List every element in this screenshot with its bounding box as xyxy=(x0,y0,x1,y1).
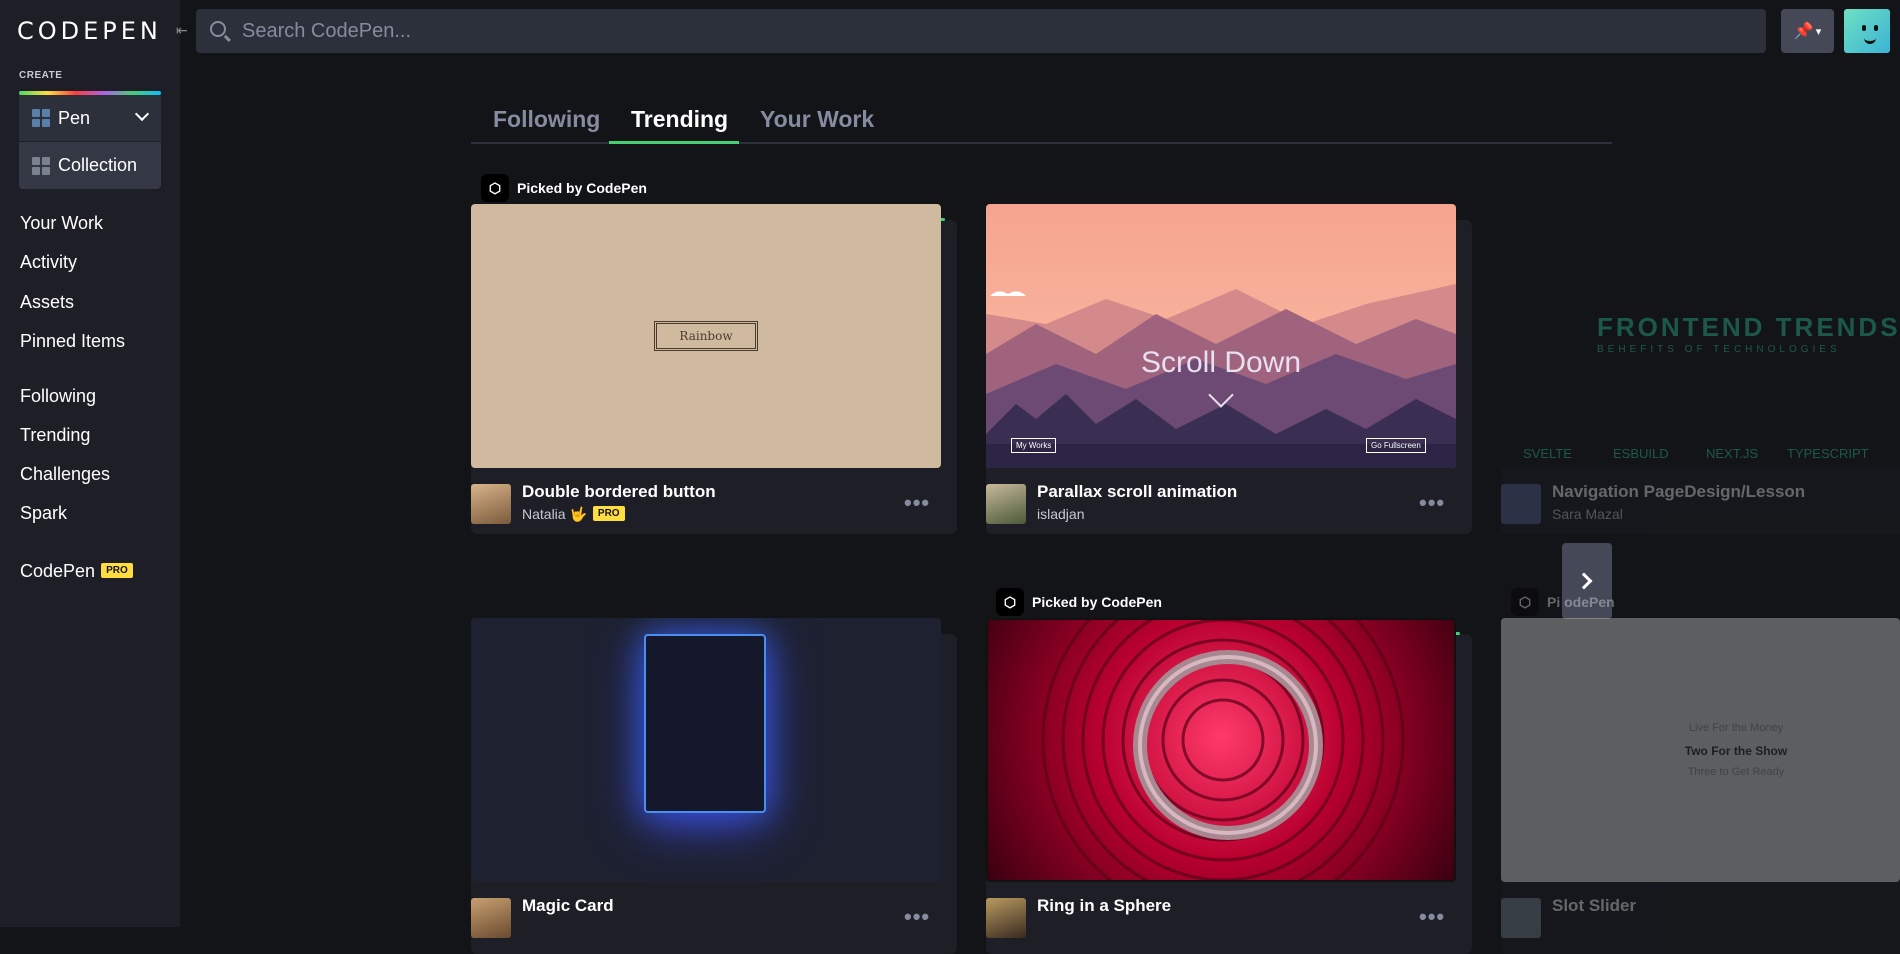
tab-your-work[interactable]: Your Work xyxy=(760,106,874,133)
pen-title[interactable]: Slot Slider xyxy=(1552,896,1636,916)
sidebar: CODEPEN ⇤ CREATE Pen Collection Your Wor… xyxy=(0,0,188,927)
codepen-logo[interactable]: CODEPEN xyxy=(17,17,162,45)
scroll-down-text: Scroll Down xyxy=(1140,346,1302,379)
create-pen-label: Pen xyxy=(58,107,91,128)
picked-by-codepen: ⬡ Picked by CodePen xyxy=(481,174,647,202)
my-works-button: My Works xyxy=(1011,438,1057,453)
nav-spark[interactable]: Spark xyxy=(20,503,67,524)
search-placeholder: Search CodePen... xyxy=(242,19,411,42)
author-avatar[interactable] xyxy=(471,898,511,938)
pen-title[interactable]: Parallax scroll animation xyxy=(1037,482,1237,502)
create-collection-label: Collection xyxy=(58,155,138,175)
frontend-trends-subtitle: BEHEFITS OF TECHNOLOGIES xyxy=(1597,344,1841,355)
author-avatar[interactable] xyxy=(471,484,511,524)
slot-line-2: Two For the Show xyxy=(1684,744,1788,758)
active-tab-indicator xyxy=(609,141,739,144)
more-options-icon[interactable]: ••• xyxy=(904,906,930,928)
nav-challenges[interactable]: Challenges xyxy=(20,464,110,485)
slot-line-1: Live For the Money xyxy=(1688,722,1784,734)
tab-following[interactable]: Following xyxy=(493,106,600,133)
codepen-cube-icon: ⬡ xyxy=(996,588,1024,616)
search-icon xyxy=(210,21,226,37)
create-pen-button[interactable]: Pen xyxy=(19,95,161,141)
more-options-icon[interactable]: ••• xyxy=(1419,906,1445,928)
more-options-icon[interactable]: ••• xyxy=(1419,492,1445,514)
pen-preview[interactable] xyxy=(986,618,1456,882)
codepen-pro-label: CodePen xyxy=(20,561,96,581)
author-avatar[interactable] xyxy=(1501,484,1541,524)
create-collection-button[interactable]: Collection xyxy=(19,142,161,189)
nav-activity[interactable]: Activity xyxy=(20,252,77,273)
ring-sphere-preview xyxy=(1041,620,1405,880)
tag-svelte: SVELTE xyxy=(1523,446,1572,461)
top-bar: Search CodePen... 📌 ▾ xyxy=(180,0,1900,64)
nav-your-work[interactable]: Your Work xyxy=(20,213,103,234)
pinned-items-button[interactable]: 📌 ▾ xyxy=(1781,9,1834,53)
nav-pinned-items[interactable]: Pinned Items xyxy=(20,331,125,352)
pen-preview[interactable]: FRONTEND TRENDS BEHEFITS OF TECHNOLOGIES… xyxy=(1501,204,1900,468)
pen-title[interactable]: Magic Card xyxy=(522,896,614,916)
pro-badge: PRO xyxy=(592,505,625,521)
chevron-right-icon xyxy=(1575,572,1593,590)
pro-badge: PRO xyxy=(101,562,133,578)
more-options-icon[interactable]: ••• xyxy=(904,492,930,514)
nav-codepen-pro[interactable]: CodePen PRO xyxy=(20,561,133,582)
codepen-cube-icon: ⬡ xyxy=(1511,588,1539,616)
pen-author[interactable]: Sara Mazal xyxy=(1552,506,1623,522)
slot-line-3: Three to Get Ready xyxy=(1687,766,1785,778)
author-avatar[interactable] xyxy=(986,484,1026,524)
frontend-trends-title: FRONTEND TRENDS xyxy=(1597,312,1900,342)
nav-following[interactable]: Following xyxy=(20,386,96,407)
picked-by-codepen: ⬡ Picked by CodePen xyxy=(996,588,1162,616)
parallax-landscape xyxy=(986,204,1456,468)
author-avatar[interactable] xyxy=(986,898,1026,938)
user-avatar[interactable] xyxy=(1844,9,1890,53)
pin-icon: 📌 xyxy=(1793,23,1814,40)
pen-title[interactable]: Navigation PageDesign/Lesson xyxy=(1552,482,1805,502)
magic-card-preview xyxy=(644,634,766,813)
chevron-down-icon[interactable] xyxy=(134,106,150,122)
pen-preview[interactable]: Rainbow xyxy=(471,204,941,468)
fullscreen-button: Go Fullscreen xyxy=(1366,438,1426,453)
pen-grid-icon xyxy=(32,109,50,127)
pen-title[interactable]: Ring in a Sphere xyxy=(1037,896,1171,916)
pen-preview[interactable]: Scroll Down My Works Go Fullscreen xyxy=(986,204,1456,468)
feed-tabs: Following Trending Your Work xyxy=(471,96,1612,144)
pen-title[interactable]: Double bordered button xyxy=(522,482,716,502)
author-avatar[interactable] xyxy=(1501,898,1541,938)
nav-trending[interactable]: Trending xyxy=(20,425,90,446)
collection-grid-icon xyxy=(32,156,50,175)
tab-trending[interactable]: Trending xyxy=(631,106,728,133)
pen-author[interactable]: Natalia 🤟 PRO xyxy=(522,505,625,523)
codepen-cube-icon: ⬡ xyxy=(481,174,509,202)
tag-esbuild: ESBUILD xyxy=(1613,446,1669,461)
search-input[interactable]: Search CodePen... xyxy=(196,9,1766,53)
rainbow-button-preview: Rainbow xyxy=(654,321,758,351)
picked-by-codepen: ⬡ Pi odePen xyxy=(1511,588,1615,616)
tag-nextjs: NEXT.JS xyxy=(1706,446,1759,461)
chevron-down-icon: ▾ xyxy=(1815,25,1822,38)
pen-author[interactable]: isladjan xyxy=(1037,506,1084,522)
pen-preview[interactable]: Live For the Money Two For the Show Thre… xyxy=(1501,618,1900,882)
nav-assets[interactable]: Assets xyxy=(20,292,74,313)
create-label: CREATE xyxy=(19,70,63,81)
pen-preview[interactable] xyxy=(471,618,941,882)
tag-typescript: TYPESCRIPT xyxy=(1787,446,1869,461)
